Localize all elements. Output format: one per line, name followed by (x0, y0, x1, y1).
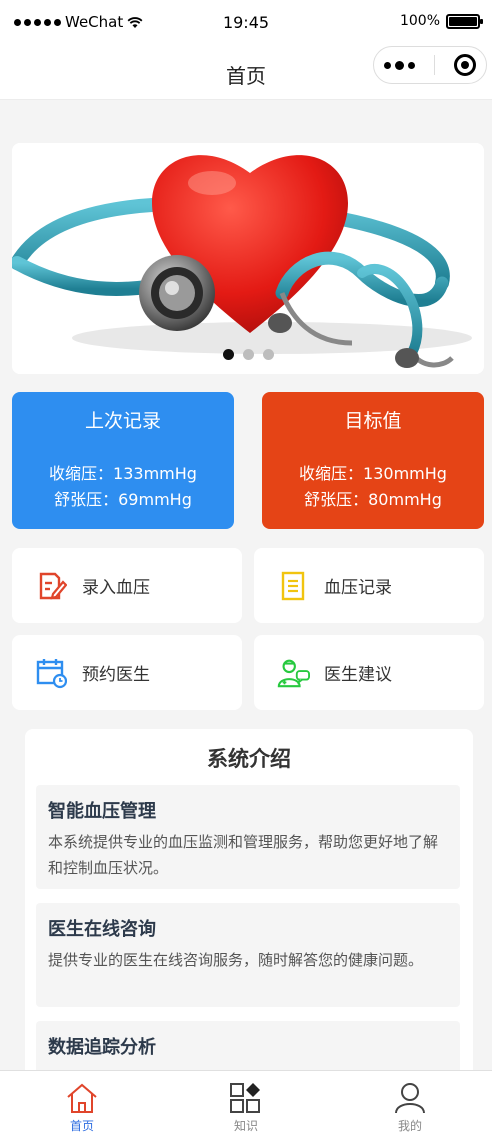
carousel-dot[interactable] (242, 349, 254, 360)
battery-icon (446, 13, 483, 29)
heart-stethoscope-image (12, 143, 484, 374)
bp-history-button[interactable]: 血压记录 (254, 548, 484, 623)
record-bp-label: 录入血压 (82, 578, 150, 598)
target-card[interactable]: 目标值 收缩压：130mmHg 舒张压：80mmHg (262, 392, 484, 529)
mini-program-capsule (373, 46, 487, 84)
list-document-icon (276, 569, 310, 603)
doctor-chat-icon (276, 656, 310, 690)
tab-knowledge[interactable]: 知识 (164, 1071, 328, 1142)
tab-mine[interactable]: 我的 (328, 1071, 492, 1142)
battery-status: 100% (399, 13, 483, 29)
doctor-advice-label: 医生建议 (324, 665, 392, 685)
intro-item: 智能血压管理 本系统提供专业的血压监测和管理服务，帮助您更好地了解和控制血压状况… (36, 785, 460, 889)
target-systolic: 收缩压：130mmHg (299, 464, 447, 483)
target-title: 目标值 (344, 410, 402, 432)
user-icon (395, 1083, 425, 1114)
tab-knowledge-label: 知识 (233, 1119, 258, 1133)
carousel-indicators (12, 349, 484, 360)
carousel-dot[interactable] (262, 349, 274, 360)
capsule-divider (433, 55, 435, 75)
last-record-systolic: 收缩压：133mmHg (49, 464, 197, 483)
intro-item: 医生在线咨询 提供专业的医生在线咨询服务，随时解答您的健康问题。 (36, 903, 460, 1007)
intro-item-desc: 本系统提供专业的血压监测和管理服务，帮助您更好地了解和控制血压状况。 (48, 833, 439, 877)
battery-percent: 100% (399, 13, 440, 29)
doctor-advice-button[interactable]: 医生建议 (254, 635, 484, 710)
book-doctor-label: 预约医生 (82, 665, 150, 685)
system-intro-card: 系统介绍 智能血压管理 本系统提供专业的血压监测和管理服务，帮助您更好地了解和控… (25, 729, 473, 1129)
calendar-clock-icon (34, 656, 68, 690)
tab-mine-label: 我的 (397, 1119, 422, 1133)
close-miniprogram-icon[interactable] (454, 54, 477, 76)
bp-history-label: 血压记录 (324, 578, 392, 598)
intro-item-title: 智能血压管理 (48, 801, 156, 822)
edit-document-icon (34, 569, 68, 603)
target-diastolic: 舒张压：80mmHg (304, 490, 442, 509)
intro-title: 系统介绍 (207, 747, 291, 771)
intro-item-title: 数据追踪分析 (48, 1037, 156, 1058)
more-icon[interactable] (383, 60, 415, 70)
banner-carousel[interactable] (12, 143, 484, 374)
last-record-card[interactable]: 上次记录 收缩压：133mmHg 舒张压：69mmHg (12, 392, 234, 529)
home-icon (67, 1083, 97, 1113)
tab-bar: 首页 知识 我的 (0, 1070, 492, 1142)
record-bp-button[interactable]: 录入血压 (12, 548, 242, 623)
carousel-dot[interactable] (222, 349, 234, 360)
last-record-diastolic: 舒张压：69mmHg (54, 490, 192, 509)
knowledge-icon (230, 1083, 260, 1113)
book-doctor-button[interactable]: 预约医生 (12, 635, 242, 710)
nav-bar: 首页 (0, 46, 492, 100)
tab-home-label: 首页 (69, 1119, 94, 1133)
intro-item-title: 医生在线咨询 (48, 919, 156, 940)
tab-home[interactable]: 首页 (0, 1071, 164, 1142)
status-bar: WeChat 19:45 100% (0, 0, 492, 46)
intro-item-desc: 提供专业的医生在线咨询服务，随时解答您的健康问题。 (48, 951, 424, 969)
last-record-title: 上次记录 (84, 410, 161, 432)
